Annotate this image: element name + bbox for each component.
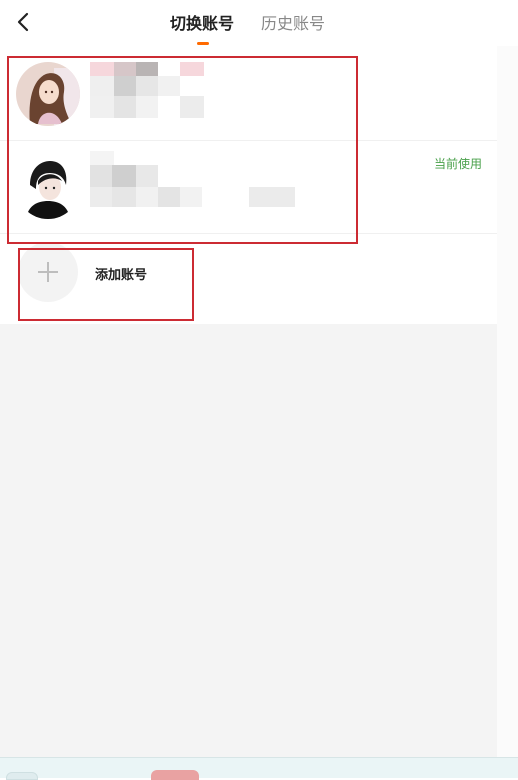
right-margin [497,46,518,757]
empty-area [0,324,497,757]
active-tab-indicator [197,42,209,45]
tab-history-account[interactable]: 历史账号 [261,14,325,34]
highlight-box-add-account [18,248,194,321]
highlight-box-accounts [7,56,358,244]
tab-switch-account[interactable]: 切换账号 [170,14,234,34]
taskbar [0,757,518,780]
current-account-badge: 当前使用 [433,157,482,171]
taskbar-tab[interactable] [151,770,199,780]
back-icon[interactable] [12,10,36,34]
taskbar-tab[interactable] [6,772,38,780]
header-bar: 切换账号 历史账号 [0,0,518,46]
